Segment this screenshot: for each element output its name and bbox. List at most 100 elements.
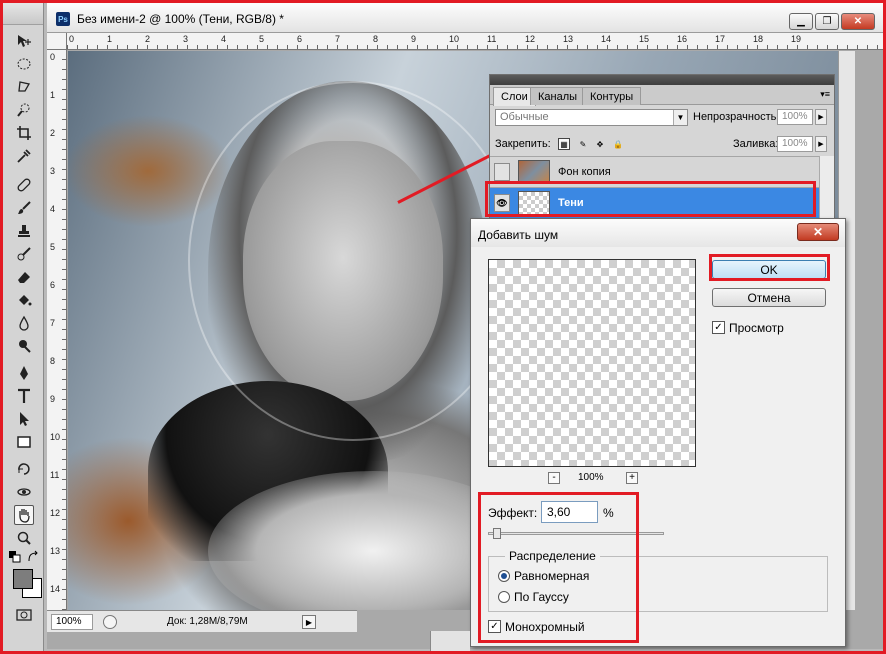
opacity-field[interactable]: 100% (777, 109, 813, 125)
dodge-tool-icon[interactable] (14, 336, 34, 356)
zoom-out-button[interactable]: - (548, 472, 560, 484)
move-tool-icon[interactable] (14, 31, 34, 51)
lock-position-icon[interactable]: ✥ (594, 138, 606, 150)
ruler-tick-label: 5 (259, 34, 265, 44)
shape-tool-icon[interactable] (14, 432, 34, 452)
quick-selection-tool-icon[interactable] (14, 100, 34, 120)
fill-field[interactable]: 100% (777, 136, 813, 152)
horizontal-ruler[interactable]: 0 1 2 3 4 5 6 7 8 9 10 11 12 13 14 15 16 17 18 19 (67, 33, 883, 50)
tab-paths[interactable]: Контуры (582, 87, 642, 105)
cancel-button[interactable]: Отмена (712, 288, 826, 307)
swap-colors-icon[interactable] (27, 550, 39, 563)
toolbox-grip[interactable] (3, 3, 43, 25)
eyedropper-tool-icon[interactable] (14, 146, 34, 166)
layers-panel-tabs: Слои Каналы Контуры ▾≡ (490, 85, 834, 106)
history-brush-icon[interactable] (14, 244, 34, 264)
ruler-origin[interactable] (47, 33, 67, 50)
ruler-tick-label: 13 (50, 546, 61, 556)
ruler-tick-label: 7 (50, 318, 56, 328)
restore-button[interactable]: ❐ (815, 13, 839, 30)
type-tool-icon[interactable] (14, 386, 34, 406)
lock-all-icon[interactable]: 🔒 (612, 138, 624, 150)
quick-mask-icon[interactable] (14, 605, 34, 625)
layers-panel-grip[interactable] (490, 75, 834, 85)
pen-tool-icon[interactable] (14, 363, 34, 383)
preview-label: Просмотр (729, 321, 784, 335)
layer-row-shadows[interactable]: 👁 Тени (490, 187, 834, 218)
lock-transparent-icon[interactable]: ▦ (558, 138, 570, 150)
layer-visibility-toggle[interactable] (494, 163, 510, 181)
canvas-glow-halo (188, 81, 518, 441)
radio-gaussian[interactable] (498, 591, 510, 603)
brush-tool-icon[interactable] (14, 198, 34, 218)
ruler-tick-label: 1 (50, 90, 56, 100)
blend-mode-select[interactable]: Обычные ▼ (495, 109, 688, 126)
preview-zoom-level: 100% (578, 472, 604, 483)
amount-slider-track[interactable] (488, 532, 664, 535)
ruler-tick-label: 14 (50, 584, 61, 594)
radio-uniform[interactable] (498, 570, 510, 582)
vertical-ruler[interactable]: 0 1 2 3 4 5 6 7 8 9 10 11 12 13 14 (47, 50, 67, 610)
zoom-tool-icon[interactable] (14, 528, 34, 548)
layer-visibility-toggle[interactable]: 👁 (494, 194, 510, 212)
radio-uniform-label: Равномерная (514, 569, 590, 583)
ruler-tick-label: 18 (753, 34, 764, 44)
status-bar: 100% Док: 1,28M/8,79M ▶ (47, 610, 357, 632)
monochrome-checkbox[interactable]: ✓ (488, 620, 501, 633)
path-selection-icon[interactable] (14, 409, 34, 429)
layers-scrollbar[interactable] (819, 156, 834, 219)
ruler-tick-label: 15 (639, 34, 650, 44)
default-colors-icon[interactable] (9, 551, 21, 563)
ruler-tick-label: 4 (50, 204, 56, 214)
clone-stamp-icon[interactable] (14, 221, 34, 241)
blur-tool-icon[interactable] (14, 313, 34, 333)
layer-row-background-copy[interactable]: Фон копия (490, 156, 834, 187)
ruler-tick-label: 12 (50, 508, 61, 518)
panel-menu-icon[interactable]: ▾≡ (820, 89, 830, 100)
marquee-tool-icon[interactable] (14, 54, 34, 74)
eraser-tool-icon[interactable] (14, 267, 34, 287)
fill-arrow-icon[interactable]: ▶ (815, 136, 827, 152)
chevron-down-icon: ▼ (673, 110, 687, 125)
amount-unit: % (603, 506, 614, 520)
preview-checkbox[interactable]: ✓ (712, 321, 725, 334)
crop-tool-icon[interactable] (14, 123, 34, 143)
close-button[interactable]: ✕ (841, 13, 875, 30)
ruler-tick-label: 14 (601, 34, 612, 44)
ok-button[interactable]: OK (712, 260, 826, 279)
photoshop-icon: Ps (56, 12, 70, 26)
status-info-icon[interactable] (103, 615, 117, 629)
dialog-title: Добавить шум (478, 228, 559, 242)
hand-tool-icon[interactable] (14, 505, 34, 525)
ruler-tick-label: 19 (791, 34, 802, 44)
ruler-tick-label: 1 (107, 34, 113, 44)
3d-orbit-icon[interactable] (14, 482, 34, 502)
healing-brush-icon[interactable] (14, 175, 34, 195)
ruler-tick-label: 8 (50, 356, 56, 366)
3d-rotate-icon[interactable] (14, 459, 34, 479)
opacity-label: Непрозрачность: (693, 111, 780, 123)
amount-input[interactable]: 3,60 (541, 501, 598, 523)
ruler-tick-label: 6 (297, 34, 303, 44)
lock-pixels-icon[interactable]: ✎ (577, 138, 589, 150)
paint-bucket-icon[interactable] (14, 290, 34, 310)
ruler-tick-label: 11 (50, 470, 60, 480)
layers-panel: Слои Каналы Контуры ▾≡ Обычные ▼ Непрозр… (489, 74, 835, 220)
opacity-arrow-icon[interactable]: ▶ (815, 109, 827, 125)
zoom-level-field[interactable]: 100% (51, 614, 93, 630)
status-menu-arrow-icon[interactable]: ▶ (302, 615, 316, 629)
ruler-tick-label: 3 (183, 34, 189, 44)
layer-name: Тени (558, 197, 584, 209)
layer-thumbnail (518, 160, 550, 184)
secondary-status-strip (430, 631, 470, 651)
amount-slider-thumb[interactable] (493, 528, 502, 539)
zoom-in-button[interactable]: + (626, 472, 638, 484)
minimize-button[interactable]: ▁ (789, 13, 813, 30)
radio-gaussian-label: По Гауссу (514, 590, 569, 604)
toolbox (3, 3, 44, 651)
foreground-color-swatch[interactable] (13, 569, 33, 589)
noise-preview[interactable] (488, 259, 696, 467)
dialog-close-button[interactable]: ✕ (797, 223, 839, 241)
tab-channels[interactable]: Каналы (530, 87, 586, 105)
lasso-tool-icon[interactable] (14, 77, 34, 97)
